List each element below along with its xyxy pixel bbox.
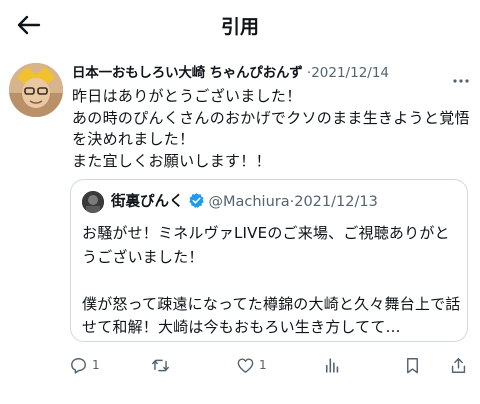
more-icon bbox=[453, 79, 469, 83]
quoted-avatar bbox=[82, 191, 104, 213]
quoted-header: 街裏ぴんく @Machiura·2021/12/13 bbox=[111, 190, 378, 214]
quoted-author-name: 街裏ぴんく bbox=[111, 194, 184, 210]
like-icon bbox=[237, 357, 254, 373]
page-title: 引用 bbox=[220, 16, 259, 38]
retweet-button[interactable] bbox=[151, 355, 174, 375]
share-icon bbox=[451, 357, 466, 373]
views-button[interactable] bbox=[322, 355, 341, 375]
quoted-date: 2021/12/13 bbox=[294, 194, 378, 210]
quoted-handle: @Machiura bbox=[208, 194, 290, 210]
avatar-image bbox=[9, 63, 63, 117]
like-button[interactable]: 1 bbox=[236, 355, 267, 375]
reply-button[interactable]: 1 bbox=[69, 355, 100, 375]
action-bar: 1 1 bbox=[0, 355, 480, 375]
like-count: 1 bbox=[259, 358, 267, 372]
views-icon bbox=[325, 357, 339, 373]
more-button[interactable] bbox=[452, 70, 470, 83]
tweet-header: 日本一おもしろい大崎 ちゃんぴおんず ·2021/12/14 bbox=[72, 61, 472, 85]
header-bar: 引用 bbox=[0, 0, 480, 50]
avatar[interactable] bbox=[9, 63, 63, 117]
retweet-icon bbox=[152, 359, 169, 371]
tweet-text: 昨日はありがとうございました！ あの時のぴんくさんのおかげでクソのまま生きようと… bbox=[72, 87, 470, 170]
quoted-tweet[interactable]: 街裏ぴんく @Machiura·2021/12/13 お騒がせ！ミネルヴァLIV… bbox=[70, 179, 468, 342]
reply-icon bbox=[71, 357, 86, 374]
tweet-date[interactable]: 2021/12/14 bbox=[311, 65, 389, 81]
share-button[interactable] bbox=[449, 355, 468, 375]
quoted-text: お騒がせ！ミネルヴァLIVEのご来場、ご視聴ありがとうございました！ 僕が怒って… bbox=[82, 224, 461, 336]
verified-icon bbox=[188, 193, 204, 208]
bookmark-button[interactable] bbox=[403, 355, 422, 375]
author-name[interactable]: 日本一おもしろい大崎 ちゃんぴおんず bbox=[72, 65, 303, 81]
bookmark-icon bbox=[407, 357, 418, 373]
quoted-avatar-image bbox=[82, 191, 104, 213]
reply-count: 1 bbox=[92, 358, 100, 372]
